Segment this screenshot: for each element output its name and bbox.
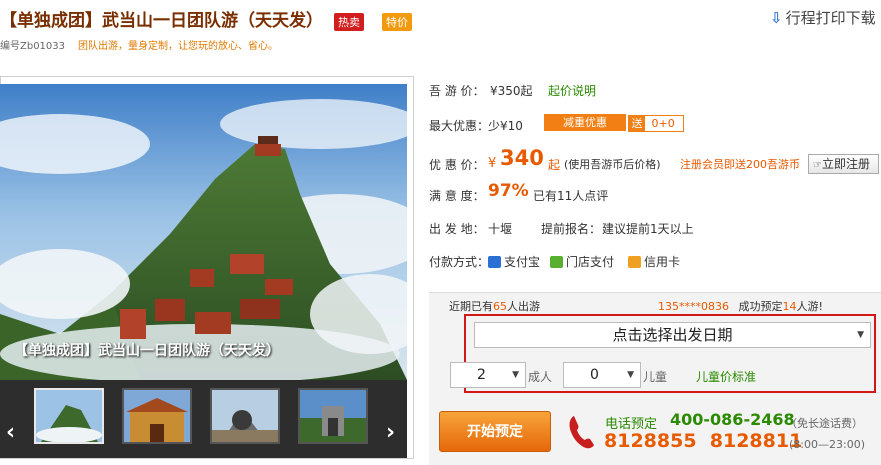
payment-alipay-label: 支付宝 [504,255,541,269]
payment-card: 信用卡 [628,253,680,270]
product-code: 编号Zb01033 [0,41,66,52]
member-price-currency: ¥ [488,156,497,171]
recent-travelers: 近期已有65人出游 [449,298,540,314]
chevron-down-icon: ▼ [857,330,864,340]
price-note-link[interactable]: 起价说明 [548,82,596,99]
product-slogan: 团队出游，量身定制，让您玩的放心、省心。 [78,41,278,52]
credit-card-icon [628,256,641,268]
phone-hours: (8:00—23:00) [789,438,865,451]
special-price-badge: 特价 [382,13,412,31]
thumbnail-mountain[interactable] [34,388,104,444]
hot-badge: 热卖 [334,13,364,31]
telephone-icon [566,412,598,452]
store-payment-icon [550,256,563,268]
page-title: 【单独成团】武当山一日团队游（天天发） [0,11,323,31]
alipay-shield-icon [488,256,501,268]
register-button-label: 立即注册 [821,157,870,171]
member-price-label: 优 惠 价： [429,158,485,172]
next-arrow-icon[interactable]: › [386,420,395,445]
departure-value: 十堰 [488,222,513,236]
thumbnail-gate[interactable] [298,388,368,444]
discount-value: 少¥10 [488,119,523,133]
send-value: 0+0 [651,117,675,130]
child-count-select[interactable]: 0 ▼ [563,362,641,388]
thumbnail-bell[interactable] [210,388,280,444]
recent-booking-ticker: 135****0836 成功预定14人游! [658,298,823,314]
advance-booking-label: 提前报名： [541,222,602,236]
child-label: 儿童 [643,370,668,384]
register-promo-link[interactable]: 注册会员即送200吾游币 [680,156,800,172]
recent-phone: 135****0836 [658,300,729,313]
recent-suffix: 人出游 [507,300,540,313]
main-photo [0,84,407,380]
discount-tag: 减重优惠 [544,114,626,131]
payment-label: 付款方式： [429,255,490,269]
departure-date-placeholder: 点击选择出发日期 [612,326,733,344]
departure-date-select[interactable]: 点击选择出发日期 ▼ [474,322,871,348]
satisfaction-value: 97% [488,181,529,201]
chevron-down-icon: ▼ [627,370,634,380]
send-points-box: 送 0+0 [628,115,684,132]
child-count-value: 0 [590,367,599,383]
member-price-note: (使用吾游币后价格) [564,158,661,171]
satisfaction-label: 满 意 度： [429,189,485,203]
download-icon: ⇩ [770,9,783,27]
register-icon: ☞ [813,160,822,171]
recent-count: 65 [493,300,507,313]
adult-count-select[interactable]: 2 ▼ [450,362,526,388]
phone-main-number: 400-086-2468 [670,410,795,429]
discount-label: 最大优惠： [429,119,490,133]
print-download-label: 行程打印下载 [785,9,876,27]
phone-alt-numbers: 8128855 8128811 [604,430,803,452]
member-price-value: 340 [500,146,544,170]
recent-booked-count: 14 [782,300,797,313]
register-button[interactable]: ☞立即注册 [808,154,879,174]
recent-booked-suffix: 人游! [796,300,823,313]
price-label: 吾 游 价： [429,84,485,98]
phone-free-note: （免长途话费） [786,417,863,430]
payment-store-label: 门店支付 [566,255,615,269]
payment-card-label: 信用卡 [644,255,681,269]
start-booking-button[interactable]: 开始预定 [439,411,551,452]
payment-alipay: 支付宝 [488,253,540,270]
send-label: 送 [629,116,645,131]
recent-booked-prefix: 成功预定 [738,300,783,313]
recent-prefix: 近期已有 [449,300,493,313]
review-count: 已有11人点评 [533,189,609,203]
print-download-link[interactable]: ⇩ 行程打印下载 [770,7,876,28]
adult-count-value: 2 [477,367,486,383]
payment-store: 门店支付 [550,253,614,270]
adult-label: 成人 [528,370,553,384]
member-price-suffix: 起 [548,158,561,172]
prev-arrow-icon[interactable]: ‹ [6,420,15,445]
child-price-link[interactable]: 儿童价标准 [696,368,756,385]
price-value: ¥350起 [490,84,533,98]
photo-caption: 【单独成团】武当山一日团队游（天天发） [14,343,280,359]
departure-label: 出 发 地： [429,222,485,236]
chevron-down-icon: ▼ [512,370,519,380]
advance-booking-value: 建议提前1天以上 [602,222,694,236]
thumbnail-temple[interactable] [122,388,192,444]
